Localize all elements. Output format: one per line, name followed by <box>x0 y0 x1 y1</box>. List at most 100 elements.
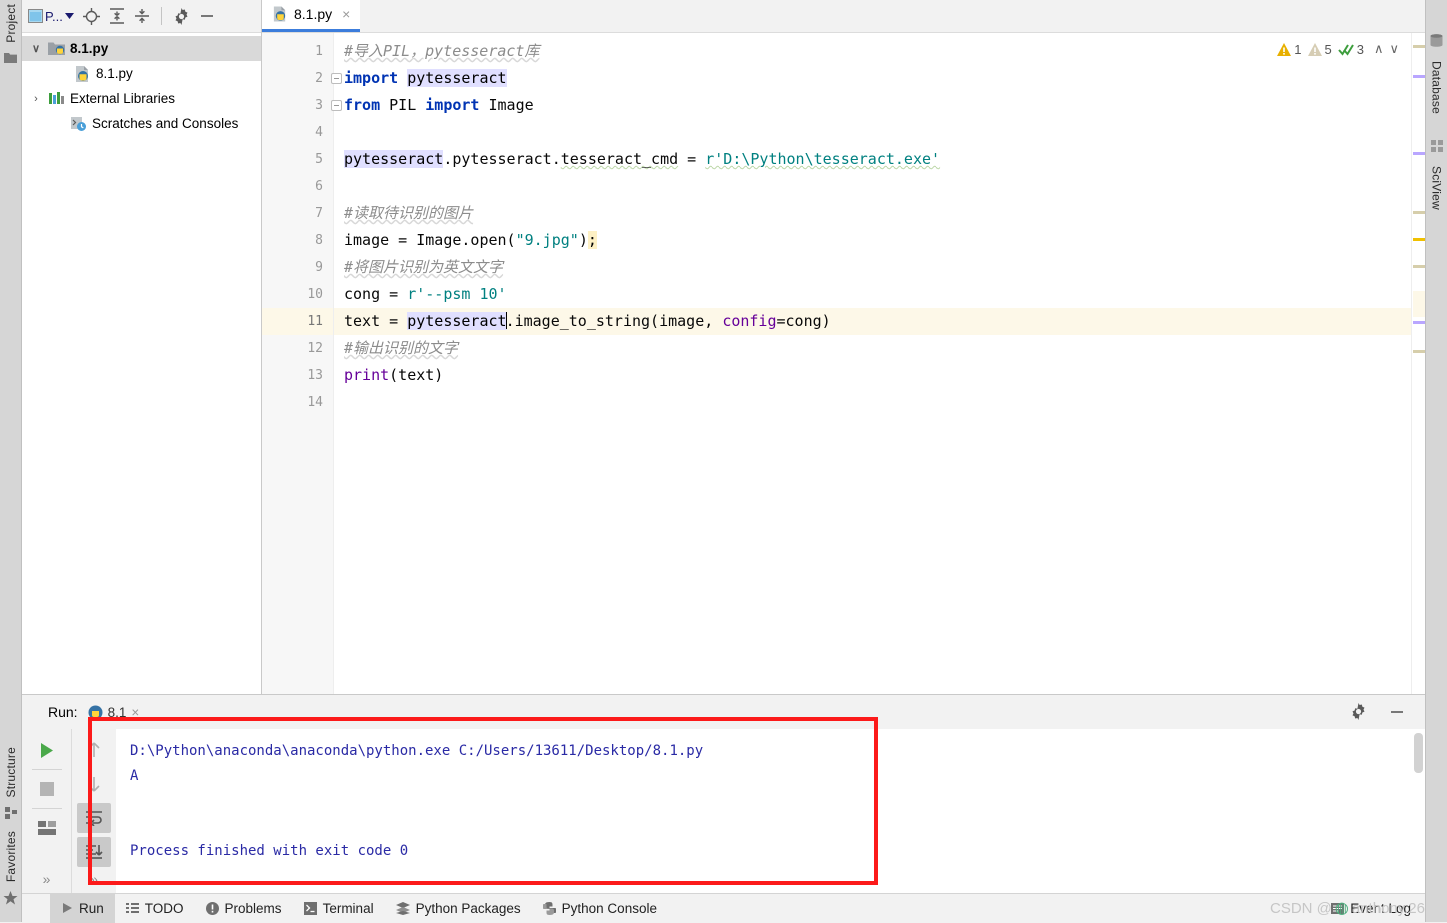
weak-warning-triangle-icon <box>1307 42 1322 56</box>
scroll-to-end-button[interactable] <box>77 837 111 867</box>
run-triangle-icon <box>63 903 72 913</box>
previous-issue-button[interactable]: ∧ <box>1374 41 1384 57</box>
line-number: 1 <box>315 44 323 59</box>
settings-button[interactable] <box>1350 703 1367 720</box>
stop-button[interactable] <box>30 774 64 804</box>
line-number-active: 11 <box>262 308 333 335</box>
tab-8-1-py[interactable]: 8.1.py × <box>262 0 361 32</box>
hide-panel-button[interactable] <box>199 8 215 24</box>
string-literal: r'--psm 10' <box>407 285 507 303</box>
status-item-problems[interactable]: Problems <box>195 894 293 923</box>
editor-marker-scrollbar[interactable] <box>1411 33 1425 694</box>
line-number: 4 <box>315 125 323 140</box>
right-tool-strip: Database SciView <box>1425 0 1447 922</box>
tree-item-scratches[interactable]: Scratches and Consoles <box>22 111 261 136</box>
project-root-folder-icon <box>48 41 65 56</box>
code-line-11: text = pytesseract.image_to_string(image… <box>334 308 1411 335</box>
weak-warning-indicator[interactable]: 5 <box>1307 41 1332 57</box>
sidebar-item-structure[interactable]: Structure <box>4 743 18 804</box>
status-item-python-console[interactable]: Python Console <box>532 894 668 923</box>
previous-occurrence-button[interactable] <box>77 735 111 765</box>
run-console-output[interactable]: D:\Python\anaconda\anaconda\python.exe C… <box>116 729 1425 893</box>
next-occurrence-button[interactable] <box>77 769 111 799</box>
status-item-label: Python Packages <box>415 900 521 916</box>
status-item-label: Problems <box>224 900 282 916</box>
next-issue-button[interactable]: ∨ <box>1389 41 1399 57</box>
code-line-9: #将图片识别为英文文字 <box>334 254 1411 281</box>
restore-layout-button[interactable] <box>30 813 64 843</box>
libraries-icon <box>48 91 65 106</box>
code-line-2: import pytesseract <box>334 65 1411 92</box>
sidebar-item-favorites[interactable]: Favorites <box>4 827 18 888</box>
status-item-event-log[interactable]: Event Log <box>1331 901 1411 916</box>
string-literal: "9.jpg" <box>515 231 579 249</box>
collapse-all-button[interactable] <box>134 8 150 24</box>
line-number: 8 <box>315 233 323 248</box>
sidebar-item-project[interactable]: Project <box>4 0 18 49</box>
ok-indicator[interactable]: 3 <box>1337 41 1364 57</box>
problems-icon <box>205 901 219 915</box>
weak-warning-count: 5 <box>1324 41 1332 57</box>
comment-text: #输出识别的文字 <box>344 339 459 357</box>
module-name: pytesseract <box>407 69 507 87</box>
status-item-label: Python Console <box>561 900 657 916</box>
console-line: A <box>130 768 139 784</box>
line-number: 10 <box>307 287 323 302</box>
sciview-icon <box>1430 139 1443 152</box>
locate-file-button[interactable] <box>82 7 100 25</box>
status-item-python-packages[interactable]: Python Packages <box>385 894 532 923</box>
ok-count: 3 <box>1356 41 1364 57</box>
line-number: 3 <box>262 92 342 119</box>
expand-more-icon[interactable]: » <box>43 871 51 887</box>
run-config-tab[interactable]: 8.1 × <box>88 705 139 720</box>
soft-wrap-icon <box>86 811 102 826</box>
run-header-actions <box>1350 703 1405 720</box>
status-item-terminal[interactable]: Terminal <box>293 894 385 923</box>
scrollbar-thumb[interactable] <box>1414 733 1423 773</box>
run-controls-column-2: » <box>72 729 116 893</box>
status-item-run[interactable]: Run <box>50 893 115 923</box>
down-arrow-icon <box>88 777 100 792</box>
soft-wrap-button[interactable] <box>77 803 111 833</box>
tree-item-label: External Libraries <box>70 91 176 106</box>
code-line-7: #读取待识别的图片 <box>334 200 1411 227</box>
status-item-todo[interactable]: TODO <box>115 894 195 923</box>
inspection-widget[interactable]: 1 5 3 ∧ ∨ <box>1277 41 1399 57</box>
keyword-import: import <box>425 96 480 114</box>
scroll-to-end-icon <box>86 845 103 859</box>
chevron-right-icon[interactable]: › <box>28 93 44 105</box>
expand-more-icon[interactable]: » <box>90 871 98 887</box>
python-console-icon <box>542 901 556 915</box>
run-panel-body: » » D:\Python\anaconda\anaconda\python.e… <box>22 729 1425 893</box>
chevron-down-icon[interactable]: ∨ <box>28 42 44 55</box>
project-view-label: P... <box>45 8 63 24</box>
warning-triangle-icon <box>1277 42 1292 56</box>
close-icon[interactable]: × <box>342 6 350 22</box>
line-number: 12 <box>307 341 323 356</box>
tree-item-external-libraries[interactable]: › External Libraries <box>22 86 261 111</box>
editor-body: 1 2 3 4 5 6 7 8 9 10 11 12 13 14 #导入PIL，… <box>262 33 1425 694</box>
expand-all-icon <box>109 8 124 24</box>
hide-panel-button[interactable] <box>1389 704 1405 720</box>
project-view-selector[interactable]: P... <box>28 9 74 24</box>
project-folder-icon <box>4 52 17 63</box>
code-content[interactable]: #导入PIL，pytesseract库 import pytesseract f… <box>334 33 1411 694</box>
line-number: 7 <box>315 206 323 221</box>
line-number: 5 <box>315 152 323 167</box>
close-icon[interactable]: × <box>131 705 139 720</box>
warning-indicator[interactable]: 1 <box>1277 41 1302 57</box>
settings-button[interactable] <box>173 7 190 25</box>
warning-count: 1 <box>1294 41 1302 57</box>
console-scrollbar[interactable] <box>1411 729 1425 893</box>
project-panel: P... ∨ 8.1.py 8.1.py › External Librarie… <box>22 0 262 694</box>
tree-item-file[interactable]: 8.1.py <box>22 61 261 86</box>
sidebar-item-database[interactable]: Database <box>1430 55 1444 118</box>
rerun-button[interactable] <box>30 735 64 765</box>
line-number: 9 <box>315 260 323 275</box>
sidebar-item-sciview[interactable]: SciView <box>1430 160 1444 214</box>
tree-item-root[interactable]: ∨ 8.1.py <box>22 36 261 61</box>
expand-all-button[interactable] <box>109 8 125 24</box>
marker-active-line <box>1413 291 1425 317</box>
